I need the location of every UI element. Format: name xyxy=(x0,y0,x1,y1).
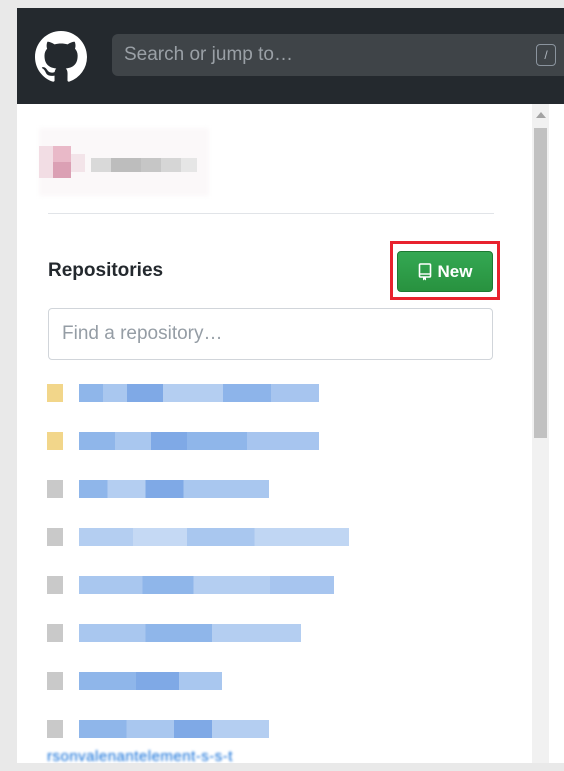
repo-icon xyxy=(47,480,63,498)
repo-link-blurred[interactable] xyxy=(79,528,349,546)
repo-link-blurred[interactable] xyxy=(79,384,319,402)
list-item[interactable] xyxy=(47,568,387,602)
repo-link-blurred[interactable] xyxy=(79,720,269,738)
repo-icon xyxy=(47,384,63,402)
repo-link-blurred[interactable] xyxy=(79,576,334,594)
repo-icon xyxy=(47,720,63,738)
find-repository-input[interactable] xyxy=(49,309,492,359)
divider xyxy=(48,213,494,214)
repositories-heading: Repositories xyxy=(48,260,164,281)
repo-book-icon xyxy=(418,262,431,280)
new-repository-button[interactable]: New xyxy=(397,251,493,292)
search-shortcut-key: / xyxy=(536,44,556,66)
repo-link-blurred[interactable] xyxy=(79,624,301,642)
repository-list xyxy=(47,376,387,763)
scrollbar-thumb[interactable] xyxy=(534,128,547,438)
repo-link-partial[interactable]: rsonvalenantelement-s-s-t xyxy=(47,748,233,763)
list-item[interactable] xyxy=(47,520,387,554)
search-input[interactable] xyxy=(112,34,564,76)
repo-link-blurred[interactable] xyxy=(79,480,269,498)
list-item[interactable] xyxy=(47,664,387,698)
new-button-label: New xyxy=(437,261,473,281)
top-header: / xyxy=(17,8,564,104)
list-item[interactable] xyxy=(47,616,387,650)
search-box[interactable]: / xyxy=(112,34,564,76)
repo-link-blurred[interactable] xyxy=(79,672,222,690)
find-repository-box[interactable] xyxy=(48,308,493,360)
repo-icon xyxy=(47,576,63,594)
repo-icon xyxy=(47,528,63,546)
scrollbar[interactable] xyxy=(532,104,549,763)
list-item[interactable] xyxy=(47,712,387,746)
list-item[interactable] xyxy=(47,472,387,506)
list-item[interactable] xyxy=(47,376,387,410)
repo-icon xyxy=(47,672,63,690)
repo-icon xyxy=(47,624,63,642)
list-item[interactable] xyxy=(47,424,387,458)
scroll-up-arrow-icon[interactable] xyxy=(536,112,546,118)
github-window: / Repositories New xyxy=(17,8,564,763)
repo-link-blurred[interactable] xyxy=(79,432,319,450)
profile-switcher[interactable] xyxy=(39,128,209,196)
github-octocat-icon[interactable] xyxy=(35,31,87,83)
repo-icon xyxy=(47,432,63,450)
